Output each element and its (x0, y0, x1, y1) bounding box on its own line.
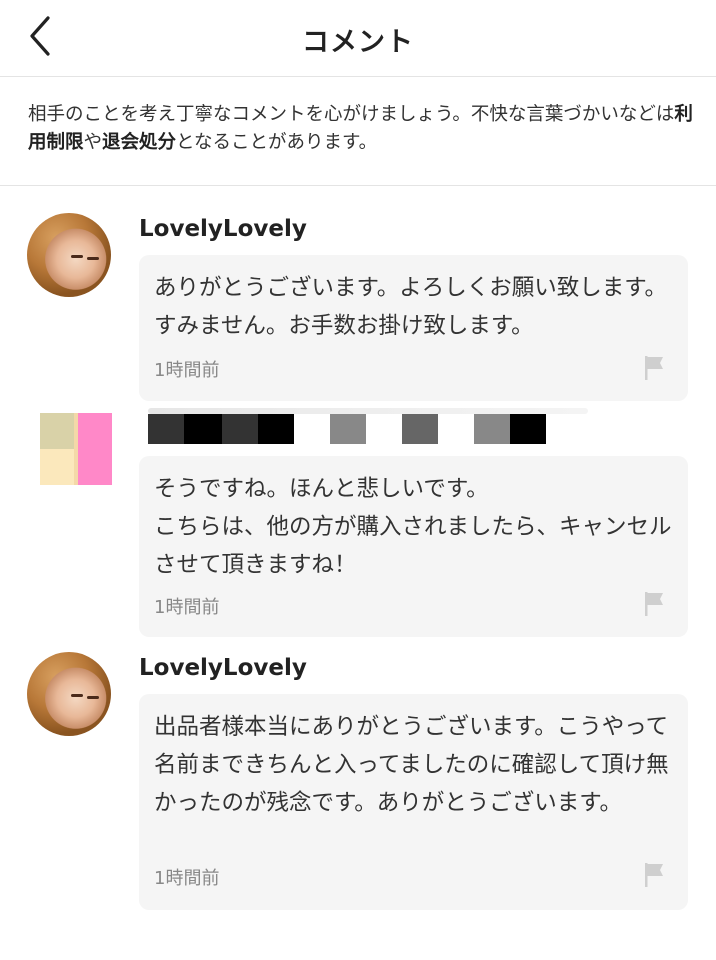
avatar[interactable] (27, 652, 111, 736)
flag-icon (645, 356, 663, 380)
report-button[interactable] (642, 861, 666, 889)
comment-username[interactable]: LovelyLovely (139, 216, 307, 242)
notice-text: 相手のことを考え丁寧なコメントを心がけましょう。不快な言葉づかいなどは利用制限や… (28, 104, 693, 153)
comment-text: ありがとうございます。よろしくお願い致します。すみません。お手数お掛け致します。 (154, 275, 668, 339)
comment-text: そうですね。ほんと悲しいです。 こちらは、他の方が購入されましたら、キャンセルさ… (154, 476, 672, 578)
comment-time: 1時間前 (154, 597, 220, 618)
header-bar: コメント (0, 0, 716, 77)
notice-bold-withdrawal: 退会処分 (102, 132, 177, 153)
flag-icon (645, 592, 663, 616)
comment-bubble: 出品者様本当にありがとうございます。こうやって名前まできちんと入ってましたのに確… (139, 694, 688, 910)
avatar[interactable] (40, 413, 112, 485)
comment-bubble: そうですね。ほんと悲しいです。 こちらは、他の方が購入されましたら、キャンセルさ… (139, 456, 688, 637)
flag-icon (645, 863, 663, 887)
comment-time: 1時間前 (154, 868, 220, 889)
comment-time: 1時間前 (154, 360, 220, 381)
report-button[interactable] (642, 354, 666, 382)
redacted-username (148, 408, 588, 446)
comment-username[interactable]: LovelyLovely (139, 655, 307, 681)
report-button[interactable] (642, 590, 666, 618)
page-title: コメント (302, 27, 414, 58)
comment-bubble: ありがとうございます。よろしくお願い致します。すみません。お手数お掛け致します。… (139, 255, 688, 401)
avatar[interactable] (27, 213, 111, 297)
comment-text: 出品者様本当にありがとうございます。こうやって名前まできちんと入ってましたのに確… (154, 714, 669, 816)
comment-guideline-notice: 相手のことを考え丁寧なコメントを心がけましょう。不快な言葉づかいなどは利用制限や… (0, 77, 716, 186)
